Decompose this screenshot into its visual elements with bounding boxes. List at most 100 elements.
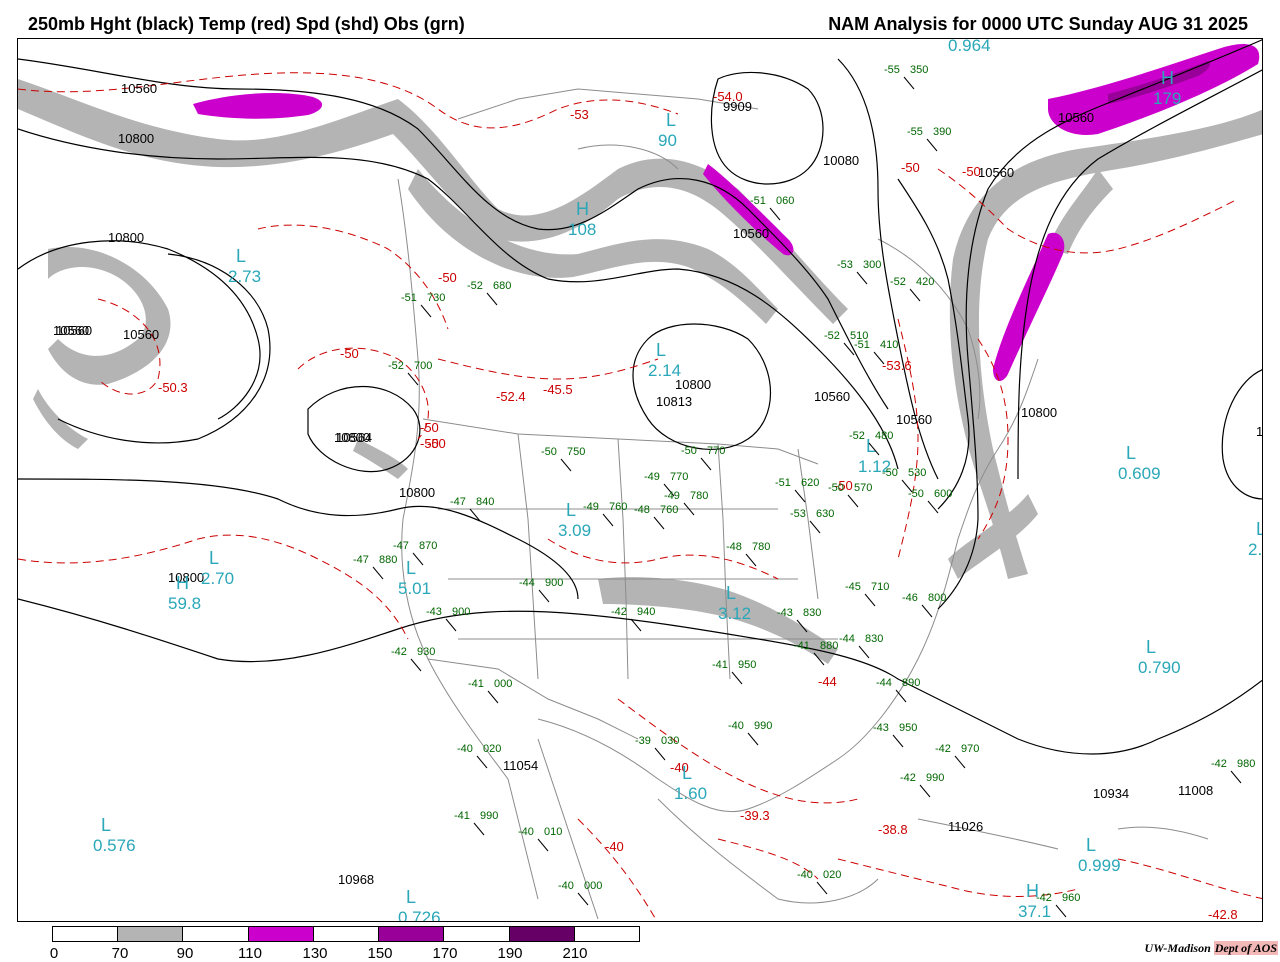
obs-height: 570	[854, 482, 872, 494]
obs-temperature: -41	[468, 678, 484, 690]
height-label: 11026	[948, 819, 983, 834]
height-label: 10560	[733, 226, 769, 241]
colorbar-tick-label: 150	[367, 945, 393, 962]
high-center-marker: H0.964	[948, 39, 991, 55]
obs-height: 510	[850, 330, 868, 342]
wind-barb	[372, 566, 384, 580]
obs-temperature: -53	[790, 508, 806, 520]
obs-height: 760	[609, 501, 627, 513]
height-label: 11054	[503, 758, 538, 773]
border-us-mexico	[427, 658, 639, 740]
obs-temperature: -47	[450, 496, 466, 508]
temp-contour	[1117, 858, 1262, 900]
low-center-marker: L2.70	[201, 548, 234, 588]
obs-height: 990	[926, 772, 944, 784]
low-center-marker: L5.01	[398, 558, 431, 598]
obs-temperature: -44	[519, 577, 535, 589]
height-label: 10560	[896, 412, 932, 427]
height-label: 10968	[338, 872, 374, 887]
obs-height: 010	[544, 826, 562, 838]
station-observation: -42 970	[935, 743, 979, 769]
border-us-canada	[422, 418, 819, 465]
center-type-label: L	[566, 500, 576, 520]
obs-temperature: -51	[750, 195, 766, 207]
center-value-label: 0.726	[398, 908, 441, 922]
state-border	[797, 448, 819, 600]
colorbar-segment	[509, 927, 575, 941]
temp-label: -39.3	[740, 808, 770, 823]
wind-barb	[909, 288, 921, 302]
temp-contour	[257, 224, 449, 330]
temp-label: -53	[570, 107, 589, 122]
temp-label: -42.8	[1208, 907, 1238, 922]
wind-barb	[856, 271, 868, 285]
colorbar-segment	[574, 927, 639, 941]
height-label: 10564	[336, 430, 372, 445]
obs-height: 060	[776, 195, 794, 207]
station-observation: -40 990	[728, 720, 772, 746]
chart-title: 250mb Hght (black) Temp (red) Spd (shd) …	[28, 14, 465, 34]
wind-barb	[537, 838, 549, 852]
obs-height: 680	[493, 280, 511, 292]
height-label: 10560	[53, 323, 89, 338]
obs-height: 300	[863, 259, 881, 271]
obs-height: 800	[928, 592, 946, 604]
temp-contour	[837, 858, 1079, 897]
temp-contour	[547, 538, 779, 580]
wind-barb	[602, 513, 614, 527]
jet-stream-gray	[48, 247, 171, 385]
obs-height: 030	[661, 735, 679, 747]
obs-temperature: -50	[681, 445, 697, 457]
obs-temperature: -41	[454, 810, 470, 822]
wind-barb	[794, 489, 806, 503]
coastline	[917, 818, 1059, 850]
station-observation: -41 950	[712, 659, 756, 685]
obs-height: 710	[871, 581, 889, 593]
colorbar-segment	[53, 927, 119, 941]
low-center-marker: L0.726	[398, 887, 441, 922]
obs-height: 960	[1062, 892, 1080, 904]
station-observation: -40 000	[558, 880, 602, 906]
obs-temperature: -52	[849, 430, 865, 442]
station-observation: -50 750	[541, 446, 585, 472]
height-label: 10080	[823, 153, 859, 168]
colorbar-segment	[118, 927, 184, 941]
obs-temperature: -40	[728, 720, 744, 732]
station-observation: -44 830	[839, 633, 883, 659]
station-observation: -51 730	[401, 292, 445, 318]
temp-contour	[437, 358, 659, 380]
colorbar-segment	[313, 927, 380, 941]
center-type-label: L	[1146, 637, 1156, 657]
center-value-label: 3.09	[558, 521, 591, 540]
colorbar-segment	[379, 927, 445, 941]
obs-height: 780	[690, 490, 708, 502]
obs-temperature: -44	[876, 677, 892, 689]
obs-temperature: -41	[712, 659, 728, 671]
obs-height: 730	[427, 292, 445, 304]
wind-barb	[560, 458, 572, 472]
temp-label: -53.6	[882, 358, 912, 373]
low-center-marker: L0.609	[1118, 443, 1161, 483]
temp-label: -50.3	[158, 380, 188, 395]
center-type-label: L	[101, 815, 111, 835]
wind-barb	[892, 734, 904, 748]
center-value-label: 0.999	[1078, 856, 1121, 875]
obs-height: 020	[823, 869, 841, 881]
wind-barb	[577, 892, 589, 906]
credit-label: UW-Madison Dept of AOS	[1145, 941, 1278, 956]
station-observation: -53 630	[790, 508, 834, 534]
obs-height: 880	[820, 640, 838, 652]
height-label: 10560	[121, 81, 157, 96]
height-label: 10813	[656, 394, 692, 409]
colorbar-segment	[444, 927, 510, 941]
obs-temperature: -42	[1211, 758, 1227, 770]
colorbar-tick-label: 130	[302, 945, 328, 962]
station-observation: -43 950	[873, 722, 917, 748]
wind-barb	[895, 689, 907, 703]
obs-temperature: -43	[426, 606, 442, 618]
obs-temperature: -47	[353, 554, 369, 566]
wind-barb	[745, 553, 757, 567]
wind-barb	[921, 604, 933, 618]
obs-temperature: -52	[890, 276, 906, 288]
jet-max	[993, 232, 1065, 381]
